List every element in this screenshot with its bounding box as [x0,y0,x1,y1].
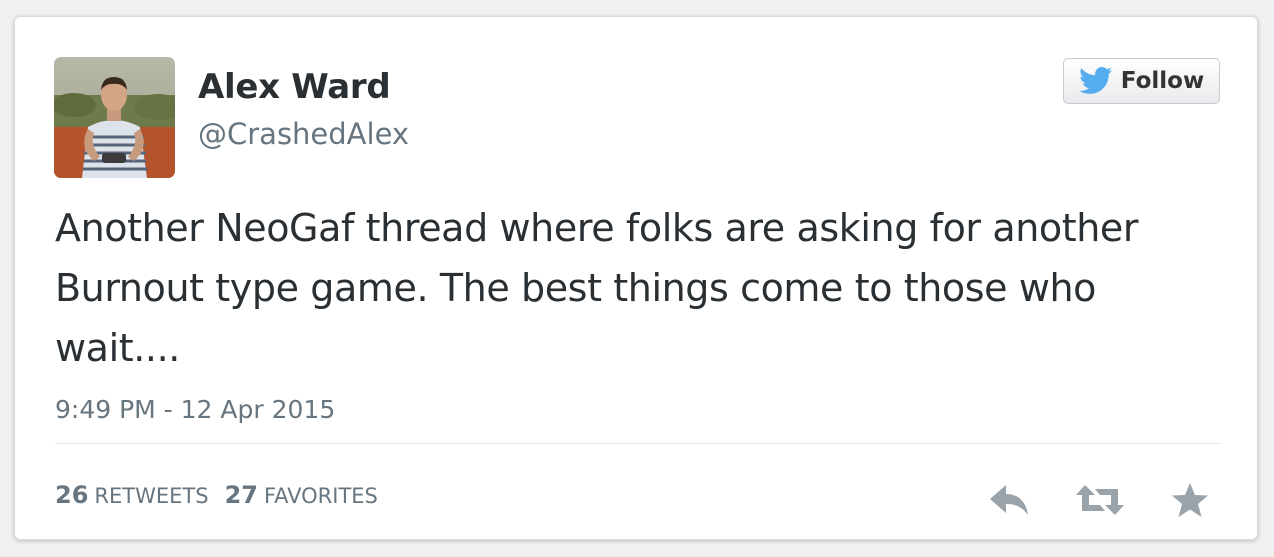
retweets-label: RETWEETS [94,484,209,508]
favorites-count: 27 [224,481,258,509]
tweet-stats: 26 RETWEETS 27 FAVORITES [55,481,378,509]
favorites-stat[interactable]: 27 FAVORITES [225,481,378,509]
avatar-photo-icon [54,57,175,178]
favorites-label: FAVORITES [263,484,378,508]
reply-button[interactable] [985,479,1035,521]
tweet-text: Another NeoGaf thread where folks are as… [55,206,1139,370]
retweet-button[interactable] [1075,479,1125,521]
retweets-count: 26 [55,481,89,509]
tweet-actions [985,479,1215,521]
retweet-icon [1076,485,1124,515]
star-icon [1172,483,1208,517]
retweets-stat[interactable]: 26 RETWEETS [55,481,209,509]
author-name[interactable]: Alex Ward [198,67,391,107]
follow-label: Follow [1120,68,1205,94]
favorite-button[interactable] [1165,479,1215,521]
divider [55,443,1220,444]
tweet-timestamp[interactable]: 9:49 PM - 12 Apr 2015 [55,395,335,424]
follow-button[interactable]: Follow [1063,58,1220,104]
author-avatar[interactable] [54,57,175,178]
tweet-card: Alex Ward @CrashedAlex Follow Another Ne… [14,16,1258,540]
reply-icon [990,485,1028,515]
author-handle[interactable]: @CrashedAlex [198,117,409,151]
twitter-bird-icon [1078,67,1113,94]
